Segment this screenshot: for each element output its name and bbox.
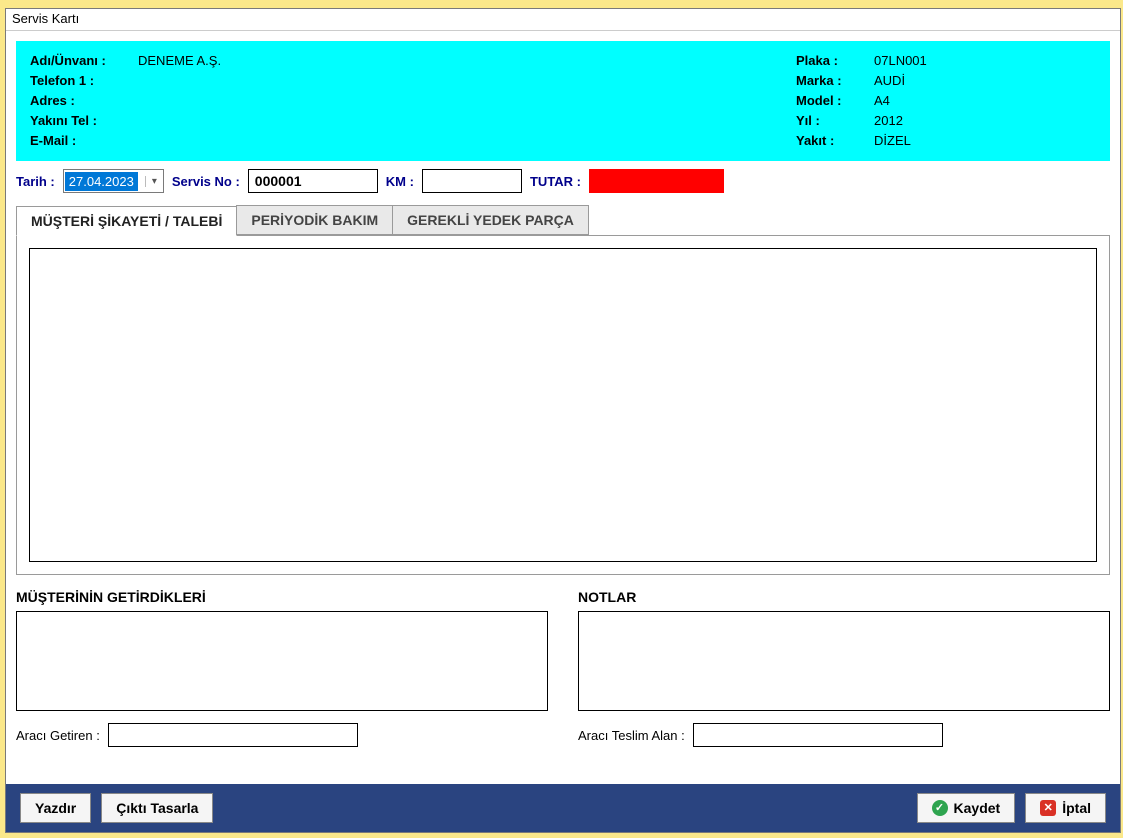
total-display	[589, 169, 724, 193]
vehicle-fuel-label: Yakıt :	[796, 131, 866, 151]
tabstrip: MÜŞTERİ ŞİKAYETİ / TALEBİ PERİYODİK BAKI…	[16, 205, 1110, 235]
customer-relative-phone-value	[130, 111, 138, 131]
print-button-label: Yazdır	[35, 800, 76, 816]
customer-relative-phone-label: Yakını Tel :	[30, 111, 130, 131]
service-meta-row: Tarih : 27.04.2023 ▾ Servis No : KM : TU…	[16, 169, 1110, 193]
notes-col: NOTLAR Aracı Teslim Alan :	[578, 589, 1110, 747]
cancel-button[interactable]: ✕ İptal	[1025, 793, 1106, 823]
save-button[interactable]: ✓ Kaydet	[917, 793, 1016, 823]
customer-phone1-value	[130, 71, 138, 91]
customer-email-label: E-Mail :	[30, 131, 130, 151]
bringer-input[interactable]	[108, 723, 358, 747]
date-label: Tarih :	[16, 174, 55, 189]
customer-brought-col: MÜŞTERİNİN GETİRDİKLERİ Aracı Getiren :	[16, 589, 548, 747]
complaint-textarea[interactable]	[29, 248, 1097, 562]
design-output-button[interactable]: Çıktı Tasarla	[101, 793, 213, 823]
window-title: Servis Kartı	[6, 9, 1120, 31]
vehicle-plate-label: Plaka :	[796, 51, 866, 71]
service-no-input[interactable]	[248, 169, 378, 193]
vehicle-brand-value: AUDİ	[866, 71, 905, 91]
vehicle-year-value: 2012	[866, 111, 903, 131]
lower-section: MÜŞTERİNİN GETİRDİKLERİ Aracı Getiren : …	[16, 589, 1110, 747]
tab-page-complaint	[16, 235, 1110, 575]
notes-textarea[interactable]	[578, 611, 1110, 711]
check-icon: ✓	[932, 800, 948, 816]
km-input[interactable]	[422, 169, 522, 193]
cancel-button-label: İptal	[1062, 800, 1091, 816]
total-label: TUTAR :	[530, 174, 581, 189]
customer-phone1-label: Telefon 1 :	[30, 71, 130, 91]
service-no-label: Servis No :	[172, 174, 240, 189]
tab-periodic[interactable]: PERİYODİK BAKIM	[236, 205, 393, 235]
vehicle-brand-label: Marka :	[796, 71, 866, 91]
notes-title: NOTLAR	[578, 589, 1110, 605]
vehicle-year-label: Yıl :	[796, 111, 866, 131]
print-button[interactable]: Yazdır	[20, 793, 91, 823]
tabs: MÜŞTERİ ŞİKAYETİ / TALEBİ PERİYODİK BAKI…	[16, 205, 1110, 575]
tab-parts[interactable]: GEREKLİ YEDEK PARÇA	[392, 205, 589, 235]
vehicle-info: Plaka : 07LN001 Marka : AUDİ Model : A4 …	[796, 51, 1096, 151]
date-value: 27.04.2023	[65, 172, 138, 191]
customer-name-value: DENEME A.Ş.	[130, 51, 221, 71]
vehicle-fuel-value: DİZEL	[866, 131, 911, 151]
info-panel: Adı/Ünvanı : DENEME A.Ş. Telefon 1 : Adr…	[16, 41, 1110, 161]
customer-info: Adı/Ünvanı : DENEME A.Ş. Telefon 1 : Adr…	[30, 51, 221, 151]
customer-email-value	[130, 131, 138, 151]
customer-address-value	[130, 91, 138, 111]
customer-name-label: Adı/Ünvanı :	[30, 51, 130, 71]
footer-bar: Yazdır Çıktı Tasarla ✓ Kaydet ✕ İptal	[6, 784, 1120, 832]
service-card-window: Servis Kartı Adı/Ünvanı : DENEME A.Ş. Te…	[5, 8, 1121, 833]
receiver-label: Aracı Teslim Alan :	[578, 728, 685, 743]
receiver-input[interactable]	[693, 723, 943, 747]
customer-brought-title: MÜŞTERİNİN GETİRDİKLERİ	[16, 589, 548, 605]
bringer-label: Aracı Getiren :	[16, 728, 100, 743]
tab-complaint[interactable]: MÜŞTERİ ŞİKAYETİ / TALEBİ	[16, 206, 237, 236]
save-button-label: Kaydet	[954, 800, 1001, 816]
design-output-button-label: Çıktı Tasarla	[116, 800, 198, 816]
chevron-down-icon[interactable]: ▾	[145, 176, 163, 187]
window-content: Adı/Ünvanı : DENEME A.Ş. Telefon 1 : Adr…	[6, 31, 1120, 832]
date-picker[interactable]: 27.04.2023 ▾	[63, 169, 164, 193]
customer-brought-textarea[interactable]	[16, 611, 548, 711]
customer-address-label: Adres :	[30, 91, 130, 111]
close-icon: ✕	[1040, 800, 1056, 816]
vehicle-plate-value: 07LN001	[866, 51, 927, 71]
km-label: KM :	[386, 174, 414, 189]
vehicle-model-label: Model :	[796, 91, 866, 111]
vehicle-model-value: A4	[866, 91, 890, 111]
